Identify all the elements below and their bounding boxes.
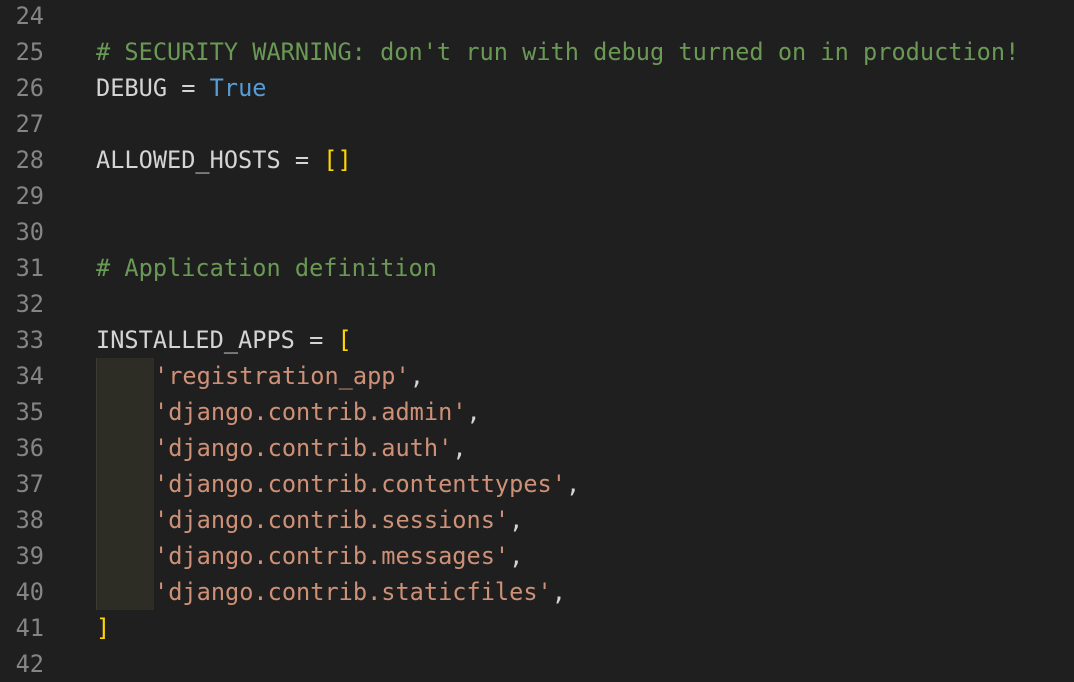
- token-bracket: ]: [96, 614, 111, 642]
- code-line[interactable]: 37 'django.contrib.contenttypes',: [0, 466, 1074, 502]
- line-number: 36: [15, 434, 44, 462]
- code-line[interactable]: 39 'django.contrib.messages',: [0, 538, 1074, 574]
- line-number: 28: [15, 146, 44, 174]
- line-code[interactable]: 'django.contrib.admin',: [96, 394, 481, 430]
- indent-guide: [96, 574, 154, 610]
- code-line[interactable]: 38 'django.contrib.sessions',: [0, 502, 1074, 538]
- line-code[interactable]: 'django.contrib.auth',: [96, 430, 467, 466]
- token-punct: ,: [409, 362, 424, 390]
- line-number: 38: [15, 506, 44, 534]
- line-code[interactable]: 'django.contrib.messages',: [96, 538, 523, 574]
- indent-guide: [96, 502, 154, 538]
- code-line[interactable]: 41]: [0, 610, 1074, 646]
- token-punct: ,: [452, 434, 467, 462]
- code-line[interactable]: 26 DEBUG = True: [0, 70, 1074, 106]
- line-number: 39: [15, 542, 44, 570]
- code-line[interactable]: 33 INSTALLED_APPS = [: [0, 322, 1074, 358]
- token-string: 'django.contrib.auth': [154, 434, 453, 462]
- token-op: =: [294, 326, 338, 354]
- token-ident: DEBUG: [96, 74, 168, 102]
- line-number: 42: [15, 650, 44, 678]
- token-punct: ,: [551, 578, 566, 606]
- line-code[interactable]: ALLOWED_HOSTS = []: [96, 142, 352, 178]
- code-line[interactable]: 25 # SECURITY WARNING: don't run with deb…: [0, 34, 1074, 70]
- code-line[interactable]: 30: [0, 214, 1074, 250]
- code-line[interactable]: 32: [0, 286, 1074, 322]
- token-punct: ,: [509, 542, 524, 570]
- code-line[interactable]: 40 'django.contrib.staticfiles',: [0, 574, 1074, 610]
- token-punct: ,: [466, 398, 481, 426]
- code-editor[interactable]: 24 25 # SECURITY WARNING: don't run with d…: [0, 0, 1074, 682]
- line-number: 24: [15, 2, 44, 30]
- line-number: 32: [15, 290, 44, 318]
- token-comment: # Application definition: [96, 254, 437, 282]
- code-line[interactable]: 31 # Application definition: [0, 250, 1074, 286]
- line-number: 29: [15, 182, 44, 210]
- code-line[interactable]: 36 'django.contrib.auth',: [0, 430, 1074, 466]
- line-number: 26: [15, 74, 44, 102]
- indent-guide: [96, 394, 154, 430]
- token-bracket: [: [337, 326, 352, 354]
- line-number: 30: [15, 218, 44, 246]
- code-line[interactable]: 24: [0, 0, 1074, 34]
- token-comment: # SECURITY WARNING: don't run with debug…: [96, 38, 1020, 66]
- token-punct: ,: [509, 506, 524, 534]
- line-number: 35: [15, 398, 44, 426]
- line-code[interactable]: # Application definition: [96, 250, 437, 286]
- token-string: 'django.contrib.sessions': [154, 506, 510, 534]
- code-line[interactable]: 35 'django.contrib.admin',: [0, 394, 1074, 430]
- token-string: 'django.contrib.staticfiles': [154, 578, 552, 606]
- indent-guide: [96, 538, 154, 574]
- line-number: 41: [15, 614, 44, 642]
- token-ident: ALLOWED_HOSTS: [96, 146, 281, 174]
- token-string: 'registration_app': [154, 362, 410, 390]
- indent-guide: [96, 358, 154, 394]
- token-string: 'django.contrib.messages': [154, 542, 510, 570]
- token-punct: ,: [565, 470, 581, 498]
- line-code[interactable]: DEBUG = True: [96, 70, 266, 106]
- line-code[interactable]: INSTALLED_APPS = [: [96, 322, 352, 358]
- line-code[interactable]: ]: [96, 610, 110, 646]
- line-code[interactable]: 'django.contrib.staticfiles',: [96, 574, 566, 610]
- token-ident: INSTALLED_APPS: [96, 326, 295, 354]
- line-code[interactable]: 'django.contrib.sessions',: [96, 502, 523, 538]
- code-line[interactable]: 29: [0, 178, 1074, 214]
- line-number: 25: [15, 38, 44, 66]
- token-string: 'django.contrib.contenttypes': [154, 470, 566, 498]
- indent-guide: [96, 430, 154, 466]
- line-number: 31: [15, 254, 44, 282]
- token-op: =: [280, 146, 324, 174]
- line-code[interactable]: 'django.contrib.contenttypes',: [96, 466, 580, 502]
- line-code[interactable]: 'registration_app',: [96, 358, 424, 394]
- code-line[interactable]: 34 'registration_app',: [0, 358, 1074, 394]
- line-number: 34: [15, 362, 44, 390]
- line-number: 33: [15, 326, 44, 354]
- line-number: 37: [15, 470, 44, 498]
- line-code[interactable]: # SECURITY WARNING: don't run with debug…: [96, 34, 1019, 70]
- line-number: 40: [15, 578, 44, 606]
- code-line[interactable]: 27: [0, 106, 1074, 142]
- token-op: =: [167, 74, 210, 102]
- line-number: 27: [15, 110, 44, 138]
- token-bracket: []: [323, 146, 352, 174]
- code-line[interactable]: 42: [0, 646, 1074, 682]
- token-keyword: True: [209, 74, 267, 102]
- token-string: 'django.contrib.admin': [154, 398, 467, 426]
- code-line[interactable]: 28 ALLOWED_HOSTS = []: [0, 142, 1074, 178]
- indent-guide: [96, 466, 154, 502]
